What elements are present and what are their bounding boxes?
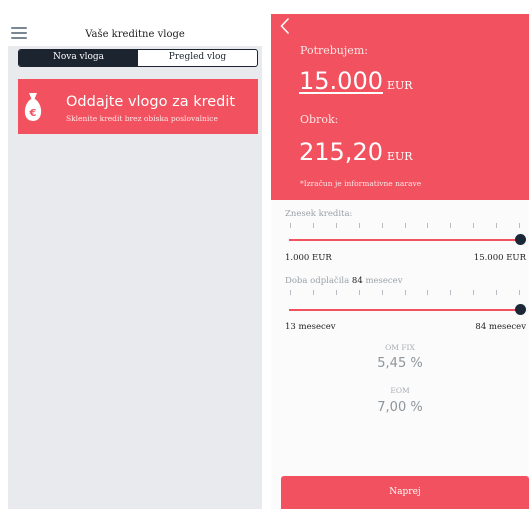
slider-tick <box>335 290 337 295</box>
term-slider-thumb[interactable] <box>514 304 526 315</box>
slider-tick <box>427 223 429 228</box>
loan-amount-slider-thumb[interactable] <box>514 234 526 245</box>
slider-tick <box>335 223 337 228</box>
slider-tick <box>404 223 406 228</box>
svg-text:€: € <box>29 108 37 119</box>
slider-tick <box>519 290 520 295</box>
slider-tick <box>473 223 475 228</box>
next-button[interactable]: Naprej <box>281 476 529 509</box>
slider-tick <box>312 290 314 295</box>
loan-amount-display: 15.000 EUR <box>299 68 413 99</box>
term-min-label: 13 mesecev <box>285 322 336 332</box>
disclaimer-text: *Izračun je informativne narave <box>300 179 422 188</box>
slider-tick <box>290 223 291 228</box>
term-label-suffix: mesecev <box>365 276 403 286</box>
loan-amount-max-label: 15.000 EUR <box>473 253 526 263</box>
slider-tick <box>427 290 429 295</box>
slider-tick <box>473 290 475 295</box>
loan-amount-min-label: 1.000 EUR <box>285 253 332 263</box>
installment-label: Obrok: <box>300 113 339 126</box>
banner-title: Oddajte vlogo za kredit <box>66 94 236 110</box>
term-slider-track[interactable] <box>289 309 520 311</box>
loan-amount-unit: EUR <box>386 79 413 92</box>
tab-pregled-vlog[interactable]: Pregled vlog <box>138 50 257 66</box>
term-slider-ticks <box>290 290 520 296</box>
loan-amount-slider-track[interactable] <box>289 239 520 241</box>
tab-nova-vloga[interactable]: Nova vloga <box>19 50 138 66</box>
slider-tick <box>312 223 314 228</box>
term-slider-label: Doba odplačila 84 mesecev <box>285 276 403 286</box>
installment-display: 215,20 EUR <box>299 139 413 170</box>
loan-amount-slider-ticks <box>290 223 520 229</box>
page-title: Vaše kreditne vloge <box>85 29 185 40</box>
slider-tick <box>381 290 383 295</box>
term-value: 84 <box>351 276 363 286</box>
term-label-prefix: Doba odplačila <box>285 276 350 286</box>
om-fix-value: 5,45 % <box>377 356 423 371</box>
slider-tick <box>450 223 452 228</box>
loan-calculator-panel <box>271 200 529 509</box>
term-max-label: 84 mesecev <box>475 322 526 332</box>
slider-tick <box>381 223 383 228</box>
slider-tick <box>358 290 360 295</box>
money-bag-icon: € <box>24 93 42 121</box>
slider-tick <box>290 290 291 295</box>
back-chevron-icon[interactable] <box>280 17 290 35</box>
installment-unit: EUR <box>386 150 413 163</box>
loan-amount-value: 15.000 <box>299 67 383 95</box>
slider-tick <box>404 290 406 295</box>
om-fix-label: OM FIX <box>385 343 415 352</box>
installment-value: 215,20 <box>299 138 383 166</box>
slider-tick <box>496 290 498 295</box>
slider-tick <box>519 223 520 228</box>
slider-tick <box>450 290 452 295</box>
banner-subtitle: Sklenite kredit brez obiska poslovalnice <box>66 114 218 123</box>
eom-label: EOM <box>390 386 410 395</box>
apply-loan-banner[interactable]: € Oddajte vlogo za kredit Sklenite kredi… <box>18 79 258 134</box>
tab-switcher: Nova vloga Pregled vlog <box>18 49 258 67</box>
slider-tick <box>496 223 498 228</box>
need-label: Potrebujem: <box>300 44 368 57</box>
loan-amount-slider-label: Znesek kredita: <box>285 209 353 219</box>
eom-value: 7,00 % <box>377 400 423 415</box>
loan-summary-panel <box>271 14 529 200</box>
slider-tick <box>358 223 360 228</box>
